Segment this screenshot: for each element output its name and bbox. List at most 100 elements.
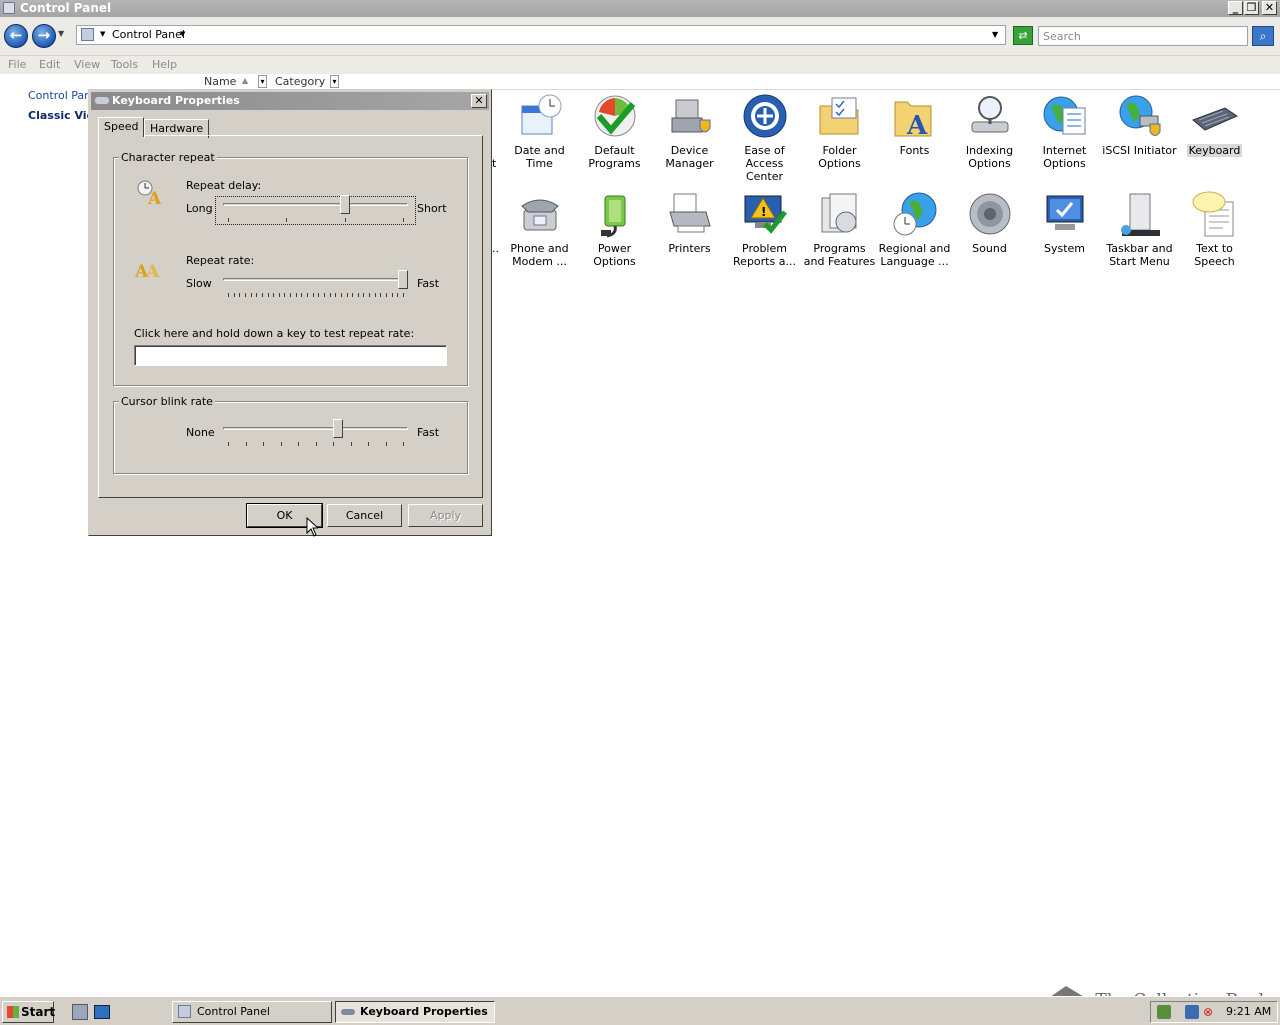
- menu-edit[interactable]: Edit: [39, 58, 60, 71]
- cpl-item-system[interactable]: System: [1027, 190, 1102, 255]
- cpl-item-sound[interactable]: Sound: [952, 190, 1027, 255]
- menu-help[interactable]: Help: [152, 58, 177, 71]
- cpl-item-date-and-time[interactable]: Date and Time: [502, 92, 577, 170]
- slider-tick: [307, 293, 309, 297]
- repeat-delay-slider[interactable]: [223, 195, 408, 226]
- cpl-item-label: Phone and Modem ...: [510, 242, 569, 268]
- slider-tick: [352, 293, 354, 297]
- cpl-item-indexing-options[interactable]: Indexing Options: [952, 92, 1027, 170]
- task-label: Keyboard Properties: [360, 1005, 488, 1018]
- cpl-item-keyboard[interactable]: Keyboard: [1177, 92, 1252, 157]
- cpl-item-label: Keyboard: [1186, 144, 1243, 157]
- clock[interactable]: 9:21 AM: [1226, 1002, 1271, 1022]
- cpl-item-iscsi-initiator[interactable]: iSCSI Initiator: [1102, 92, 1177, 157]
- search-input[interactable]: Search: [1038, 26, 1248, 46]
- restore-button[interactable]: ❐: [1244, 1, 1259, 15]
- menu-bar: File Edit View Tools Help: [0, 56, 1280, 74]
- show-desktop-icon[interactable]: [94, 1005, 110, 1019]
- slider-thumb[interactable]: [340, 195, 351, 214]
- slider-track[interactable]: [223, 427, 408, 430]
- cpl-item-device-manager[interactable]: Device Manager: [652, 92, 727, 170]
- repeat-rate-slider[interactable]: [223, 270, 408, 301]
- server-manager-icon[interactable]: [72, 1004, 88, 1020]
- repeat-delay-icon: A: [135, 177, 165, 209]
- breadcrumb-chevron-icon[interactable]: ▼: [100, 30, 105, 38]
- slider-thumb[interactable]: [398, 270, 408, 289]
- cpl-item-problem-reports-a[interactable]: ! Problem Reports a...: [727, 190, 802, 268]
- recent-pages-chevron-icon[interactable]: ▼: [58, 29, 64, 38]
- slider-thumb[interactable]: [333, 419, 344, 438]
- column-name-dropdown[interactable]: ▾: [258, 75, 267, 88]
- slider-tick: [368, 442, 369, 446]
- breadcrumb-control-panel[interactable]: Control Panel: [112, 28, 185, 42]
- cpl-item-label: Folder Options: [818, 144, 861, 170]
- slider-tick: [346, 293, 348, 297]
- cursor-blink-slider[interactable]: [223, 419, 408, 450]
- windows-flag-icon: [7, 1006, 19, 1018]
- cpl-item-programs-and-features[interactable]: Programs and Features: [802, 190, 877, 268]
- menu-file[interactable]: File: [8, 58, 26, 71]
- cpl-item-taskbar-and-start-menu[interactable]: Taskbar and Start Menu: [1102, 190, 1177, 268]
- network-icon[interactable]: [1185, 1005, 1199, 1019]
- forward-button[interactable]: →: [32, 24, 56, 48]
- test-repeat-label: Click here and hold down a key to test r…: [134, 327, 415, 340]
- cursor-blink-label: Cursor blink rate: [119, 395, 215, 408]
- slider-track[interactable]: [223, 278, 408, 281]
- character-repeat-label: Character repeat: [119, 151, 217, 164]
- cpl-item-fonts[interactable]: A Fonts: [877, 92, 952, 157]
- security-shield-icon[interactable]: [1157, 1005, 1171, 1019]
- partial-item-label: t: [492, 157, 497, 170]
- task-keyboard-properties[interactable]: Keyboard Properties: [335, 1001, 495, 1023]
- problem-reports-icon: !: [741, 190, 789, 238]
- column-category[interactable]: Category: [271, 75, 331, 89]
- slider-tick: [298, 442, 299, 446]
- repeat-delay-label: Repeat delay:: [186, 179, 262, 192]
- menu-view[interactable]: View: [74, 58, 100, 71]
- slider-tick: [403, 442, 404, 446]
- ease-of-access-icon: [741, 92, 789, 140]
- default-programs-icon: [591, 92, 639, 140]
- slider-tick: [369, 293, 371, 297]
- slider-tick: [273, 293, 275, 297]
- back-button[interactable]: ←: [4, 24, 28, 48]
- taskbar-icon: [1116, 190, 1164, 238]
- search-icon[interactable]: ⌕: [1252, 26, 1274, 46]
- close-button[interactable]: ✕: [1262, 1, 1277, 15]
- address-bar[interactable]: ▼ Control Panel ▼ ▼: [76, 25, 1006, 45]
- dialog-titlebar[interactable]: Keyboard Properties ✕: [91, 92, 489, 110]
- repeat-rate-icon: AA: [134, 257, 165, 282]
- cpl-item-phone-and-modem[interactable]: Phone and Modem ...: [502, 190, 577, 268]
- tab-speed[interactable]: Speed: [98, 117, 145, 137]
- task-control-panel[interactable]: Control Panel: [172, 1001, 332, 1023]
- apply-button[interactable]: Apply: [408, 504, 483, 527]
- window-title: Control Panel: [20, 1, 112, 15]
- column-category-dropdown[interactable]: ▾: [330, 75, 339, 88]
- cancel-button[interactable]: Cancel: [327, 504, 402, 527]
- cpl-item-folder-options[interactable]: Folder Options: [802, 92, 877, 170]
- menu-tools[interactable]: Tools: [111, 58, 138, 71]
- cpl-item-default-programs[interactable]: Default Programs: [577, 92, 652, 170]
- test-repeat-input[interactable]: [134, 345, 447, 366]
- cpl-item-regional-and-language[interactable]: Regional and Language ...: [877, 190, 952, 268]
- refresh-button[interactable]: ⇄: [1013, 26, 1033, 45]
- minimize-button[interactable]: _: [1228, 1, 1243, 15]
- window-titlebar[interactable]: Control Panel _ ❐ ✕: [0, 0, 1280, 17]
- cpl-item-label: Ease of Access Center: [744, 144, 785, 183]
- start-button[interactable]: Start: [2, 1001, 55, 1023]
- slider-tick: [286, 218, 288, 222]
- breadcrumb-chevron-icon[interactable]: ▼: [180, 30, 185, 38]
- cpl-item-label: Text to Speech: [1194, 242, 1235, 268]
- cpl-item-label: Sound: [972, 242, 1007, 255]
- phone-icon: [516, 190, 564, 238]
- programs-icon: [816, 190, 864, 238]
- dialog-close-button[interactable]: ✕: [471, 94, 487, 108]
- slider-tick: [323, 293, 325, 297]
- cpl-item-power-options[interactable]: Power Options: [577, 190, 652, 268]
- cpl-item-internet-options[interactable]: Internet Options: [1027, 92, 1102, 170]
- address-dropdown-icon[interactable]: ▼: [992, 30, 998, 39]
- cpl-item-text-to-speech[interactable]: Text to Speech: [1177, 190, 1252, 268]
- network-error-icon[interactable]: ⊗: [1203, 1006, 1213, 1018]
- cpl-item-printers[interactable]: Printers: [652, 190, 727, 255]
- slider-track[interactable]: [223, 203, 408, 206]
- cpl-item-ease-of-access-center[interactable]: Ease of Access Center: [727, 92, 802, 183]
